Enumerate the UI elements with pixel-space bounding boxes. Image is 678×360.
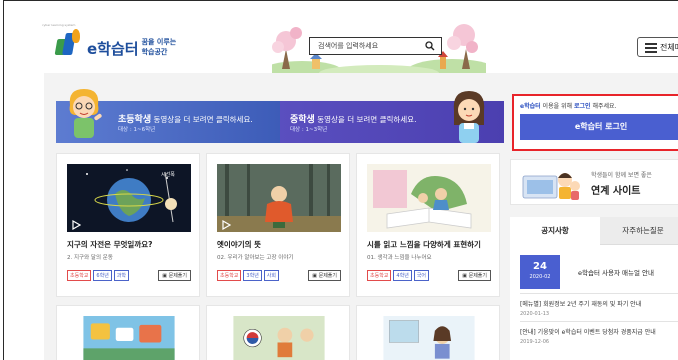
video-thumbnail[interactable]: 시선폭 (67, 164, 191, 232)
students-illustration (522, 173, 580, 200)
tag-grade: 4학년 (393, 270, 412, 281)
search-bar[interactable]: 검색어를 입력하세요 (309, 37, 442, 55)
video-tags: 초등학교 4학년 국어 (367, 270, 429, 281)
elementary-banner-sub: 대상 : 1~6학년 (118, 127, 156, 133)
login-message: e학습터 이용을 위해 로그인 해주세요. (520, 103, 617, 110)
browser-viewport: e학습터 꿈을 이루는 학습공간 cyber learning system 검… (3, 0, 678, 360)
video-tags: 초등학교 6학년 과학 (67, 270, 129, 281)
video-thumbnail[interactable] (217, 316, 341, 360)
notice-item-date: 2020-01-13 (520, 311, 550, 317)
login-panel: e학습터 이용을 위해 로그인 해주세요. e학습터 로그인 (512, 94, 678, 151)
video-subtitle: 01. 생각과 느낌을 나누어요 (367, 255, 432, 261)
quiz-button[interactable]: ▣ 문제풀기 (158, 270, 191, 281)
logo-slogan: 꿈을 이루는 (141, 38, 177, 46)
tag-school: 초등학교 (217, 270, 242, 281)
tag-school: 초등학교 (67, 270, 92, 281)
tab-faq[interactable]: 자주하는질문 (600, 217, 678, 245)
site-logo[interactable]: e학습터 꿈을 이루는 학습공간 (54, 29, 176, 57)
play-icon[interactable] (71, 220, 81, 230)
board-tabs: 공지사항 자주하는질문 (510, 217, 678, 245)
tab-notice[interactable]: 공지사항 (510, 217, 600, 245)
svg-text:시선폭: 시선폭 (161, 171, 175, 178)
notice-item-date: 2019-12-06 (520, 339, 550, 345)
girl-character-illustration (453, 91, 485, 143)
tag-school: 초등학교 (367, 270, 392, 281)
hamburger-icon (645, 43, 657, 53)
site-header: e학습터 꿈을 이루는 학습공간 cyber learning system 검… (4, 1, 678, 75)
divider (520, 321, 678, 322)
play-icon[interactable] (221, 220, 231, 230)
video-subtitle: 2. 지구와 달의 운동 (67, 255, 113, 261)
notice-list: [메뉴별] 회원정보 2년 주기 재동의 및 파기 안내 2020-01-13 … (510, 289, 678, 360)
tag-grade: 6학년 (93, 270, 112, 281)
video-title[interactable]: 지구의 자전은 무엇일까요? (67, 239, 152, 250)
logo-slogan-2: 학습공간 (141, 48, 168, 56)
notice-item-title[interactable]: [메뉴별] 회원정보 2년 주기 재동의 및 파기 안내 (520, 299, 641, 308)
tag-subject: 사회 (263, 270, 279, 281)
video-title[interactable]: 옛이야기의 뜻 (217, 239, 261, 250)
tag-grade: 3학년 (243, 270, 262, 281)
featured-notice-title[interactable]: e학습터 사용자 매뉴얼 안내 (578, 267, 654, 277)
all-menu-label: 전체메 (660, 43, 678, 52)
logo-english: cyber learning system (42, 23, 76, 27)
quiz-button[interactable]: ▣ 문제풀기 (308, 270, 341, 281)
tag-subject: 국어 (413, 270, 429, 281)
video-card[interactable]: 옛이야기의 뜻 02. 우리가 알아보는 고장 이야기 초등학교 3학년 사회 … (206, 153, 350, 297)
notice-date-badge: 24 2020-02 (520, 255, 560, 289)
video-subtitle: 02. 우리가 알아보는 고장 이야기 (217, 255, 294, 261)
grade-banner: 초등학생 동영상을 더 보려면 클릭하세요. 대상 : 1~6학년 중학생 동영… (56, 101, 504, 143)
video-card[interactable] (206, 305, 350, 360)
notice-year-month: 2020-02 (529, 274, 551, 280)
video-title[interactable]: 시를 읽고 느낌을 다양하게 표현하기 (367, 239, 481, 250)
related-sites-subtitle: 학생들이 함께 보면 좋은 (591, 172, 652, 179)
quiz-button[interactable]: ▣ 문제풀기 (458, 270, 491, 281)
related-sites-title: 연계 사이트 (591, 186, 641, 197)
video-thumbnail[interactable] (217, 164, 341, 232)
video-thumbnail[interactable] (67, 316, 191, 360)
video-card[interactable]: 시선폭 지구의 자전은 무엇일까요? 2. 지구와 달의 운동 초등학교 6학년… (56, 153, 200, 297)
logo-text: e학습터 (87, 40, 139, 58)
login-button[interactable]: e학습터 로그인 (520, 114, 678, 140)
tag-subject: 과학 (113, 270, 129, 281)
elementary-banner-label: 초등학생 (118, 115, 152, 125)
notice-day: 24 (533, 261, 547, 272)
featured-notice[interactable]: 24 2020-02 e학습터 사용자 매뉴얼 안내 (510, 245, 678, 289)
all-menu-button[interactable]: 전체메 (637, 37, 678, 57)
divider (520, 293, 678, 294)
related-sites-banner[interactable]: 학생들이 함께 보면 좋은 연계 사이트 (510, 159, 678, 205)
video-card[interactable] (56, 305, 200, 360)
search-icon[interactable] (425, 41, 435, 51)
middle-banner-label: 중학생 (290, 115, 315, 125)
video-thumbnail[interactable] (367, 316, 491, 360)
search-input[interactable]: 검색어를 입력하세요 (318, 41, 378, 51)
video-card[interactable]: 시를 읽고 느낌을 다양하게 표현하기 01. 생각과 느낌을 나누어요 초등학… (356, 153, 500, 297)
video-card[interactable] (356, 305, 500, 360)
middle-banner-sub: 대상 : 1~3학년 (290, 127, 328, 133)
notice-item-title[interactable]: [안내] 기웅맞이 e학습터 이벤트 당첨자 경품지급 안내 (520, 327, 656, 336)
video-tags: 초등학교 3학년 사회 (217, 270, 279, 281)
video-thumbnail[interactable] (367, 164, 491, 232)
boy-character-illustration (69, 89, 102, 138)
logo-mark-icon (54, 29, 84, 57)
